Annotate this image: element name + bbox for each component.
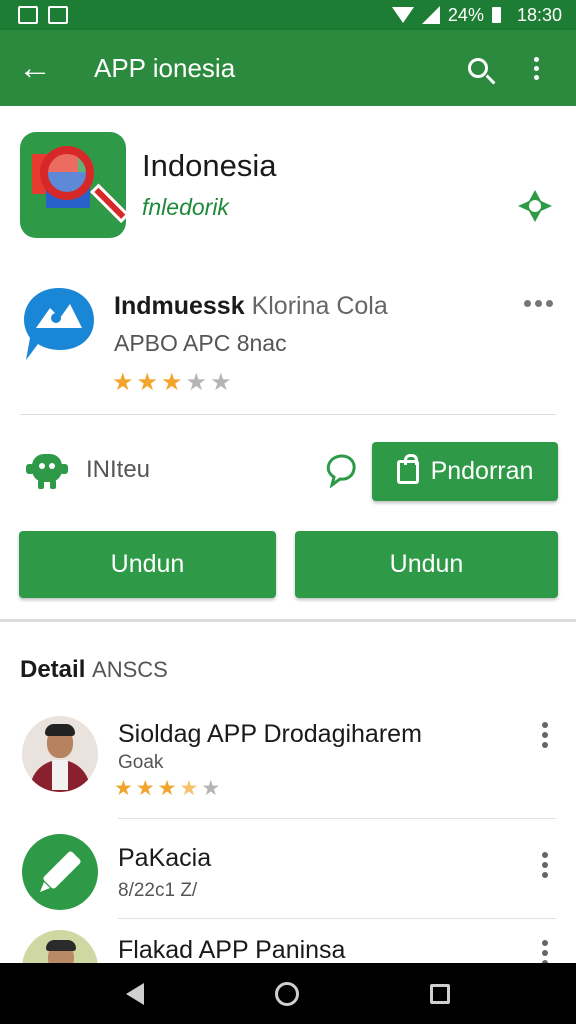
pencil-icon (40, 851, 81, 892)
compat-label: INIteu (86, 456, 151, 483)
more-horiz-icon[interactable] (524, 300, 553, 307)
search-icon (468, 58, 488, 78)
status-bar: 24% 18:30 (0, 0, 576, 30)
pending-button[interactable]: Pndorran (372, 442, 558, 501)
more-vert-icon (533, 56, 539, 80)
install-button-secondary[interactable]: Undun (295, 531, 558, 598)
app-bar: ← APP ionesia (0, 30, 576, 106)
avatar[interactable] (22, 716, 98, 792)
back-arrow-icon[interactable]: ← (18, 51, 58, 85)
app-detail-card: Indonesia fnledorik Indmuessk Klorina Co… (0, 106, 576, 622)
nav-home-icon[interactable] (274, 981, 299, 1006)
signal-icon (421, 6, 440, 24)
battery-icon (491, 7, 501, 23)
divider (118, 818, 556, 819)
wifi-icon (391, 7, 414, 23)
divider (118, 918, 556, 919)
app-bar-title: APP ionesia (94, 52, 236, 83)
battery-level: 24% (447, 4, 484, 25)
gallery-notification-icon (18, 6, 38, 24)
editors-choice-badge-icon (518, 190, 552, 222)
more-vert-icon[interactable] (542, 852, 548, 878)
list-item-subtitle: Goak (118, 752, 164, 773)
feedback-icon[interactable] (322, 452, 358, 488)
list-item-title[interactable]: Sioldag APP Drodagiharem (118, 720, 422, 749)
section-title: Detail ANSCS (20, 656, 168, 683)
related-app-subtitle: APBO APC 8nac (114, 330, 287, 356)
more-vert-icon[interactable] (542, 722, 548, 748)
install-button[interactable]: Undun (19, 531, 276, 598)
nav-back-icon[interactable] (125, 982, 144, 1005)
app-icon-pencil[interactable] (22, 834, 98, 910)
app-icon-magnifier[interactable] (20, 132, 126, 238)
nav-recents-icon[interactable] (430, 983, 451, 1004)
shopping-bag-icon (396, 453, 419, 484)
list-item-title[interactable]: Flakad APP Paninsa (118, 936, 345, 965)
app-title: Indonesia (142, 148, 277, 183)
android-bug-icon (26, 454, 68, 489)
system-nav-bar (0, 963, 576, 1024)
list-item-title[interactable]: PaKacia (118, 844, 211, 873)
clock: 18:30 (516, 4, 562, 25)
list-item-rating: ★ ★ ★ ★ ★ (114, 777, 221, 800)
divider (20, 414, 556, 415)
overflow-menu-button[interactable] (514, 56, 558, 80)
chat-app-icon[interactable] (22, 284, 96, 364)
message-notification-icon (48, 6, 68, 24)
search-button[interactable] (456, 58, 500, 78)
related-app-title: Indmuessk Klorina Cola (114, 292, 388, 320)
related-app-rating: ★ ★ ★ ★ ★ (112, 369, 232, 396)
developer-link[interactable]: fnledorik (142, 194, 229, 221)
list-item-subtitle: 8/22c1 Z/ (118, 880, 198, 901)
